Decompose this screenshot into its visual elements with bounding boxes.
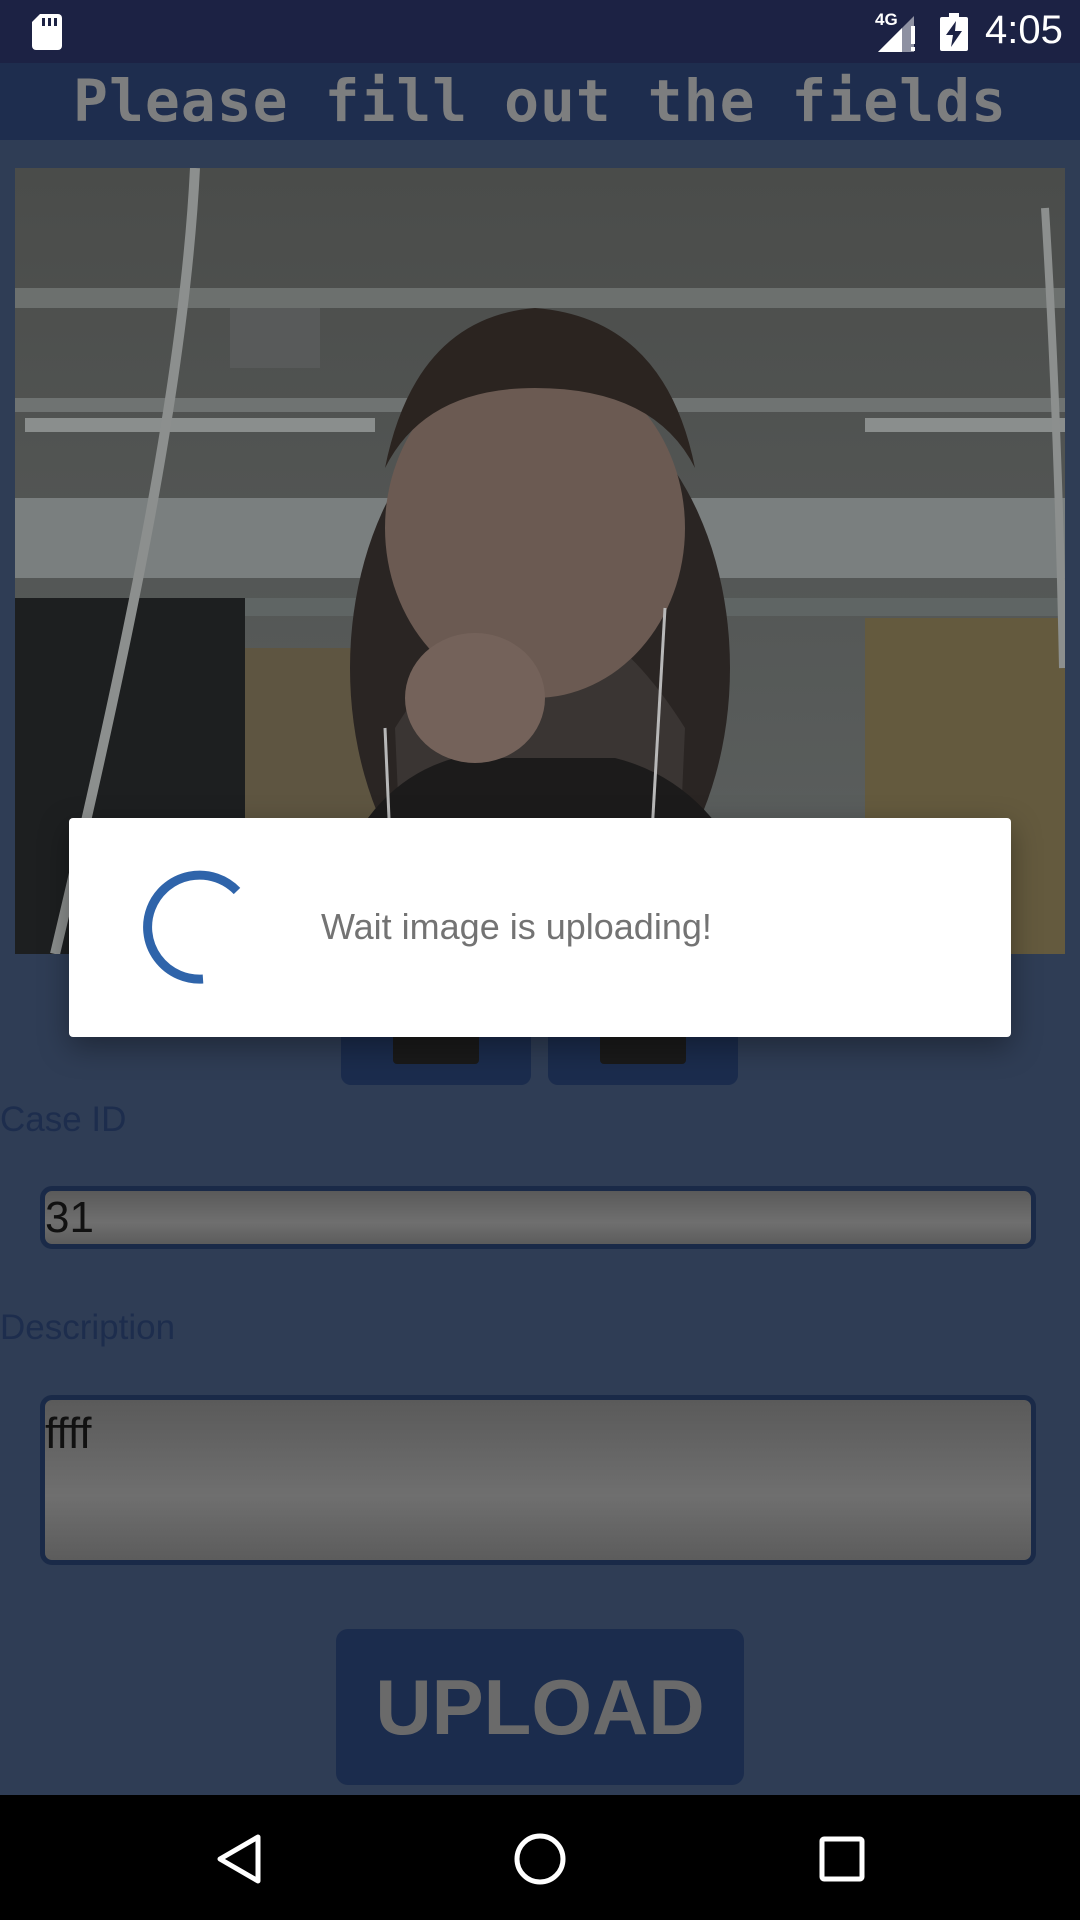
back-icon[interactable]: [210, 1829, 270, 1889]
battery-charging-icon: [940, 13, 968, 51]
status-clock: 4:05: [985, 8, 1063, 52]
header-bar: Please fill out the fields: [0, 63, 1080, 140]
progress-dialog: Wait image is uploading!: [69, 818, 1011, 1037]
home-icon[interactable]: [510, 1829, 570, 1889]
upload-button[interactable]: UPLOAD: [336, 1629, 744, 1785]
status-bar: 4G 4:05: [0, 0, 1080, 63]
case-id-label: Case ID: [0, 1100, 127, 1139]
description-field[interactable]: ffff: [40, 1395, 1036, 1565]
description-label: Description: [0, 1308, 176, 1347]
loading-spinner-icon: [143, 870, 241, 984]
recents-icon[interactable]: [812, 1829, 872, 1889]
dialog-message: Wait image is uploading!: [321, 906, 712, 947]
sd-card-icon: [32, 14, 62, 50]
network-type-label: 4G: [875, 10, 898, 29]
navigation-bar: [0, 1795, 1080, 1920]
page-title: Please fill out the fields: [73, 67, 1007, 135]
case-id-field[interactable]: 31: [40, 1186, 1036, 1249]
